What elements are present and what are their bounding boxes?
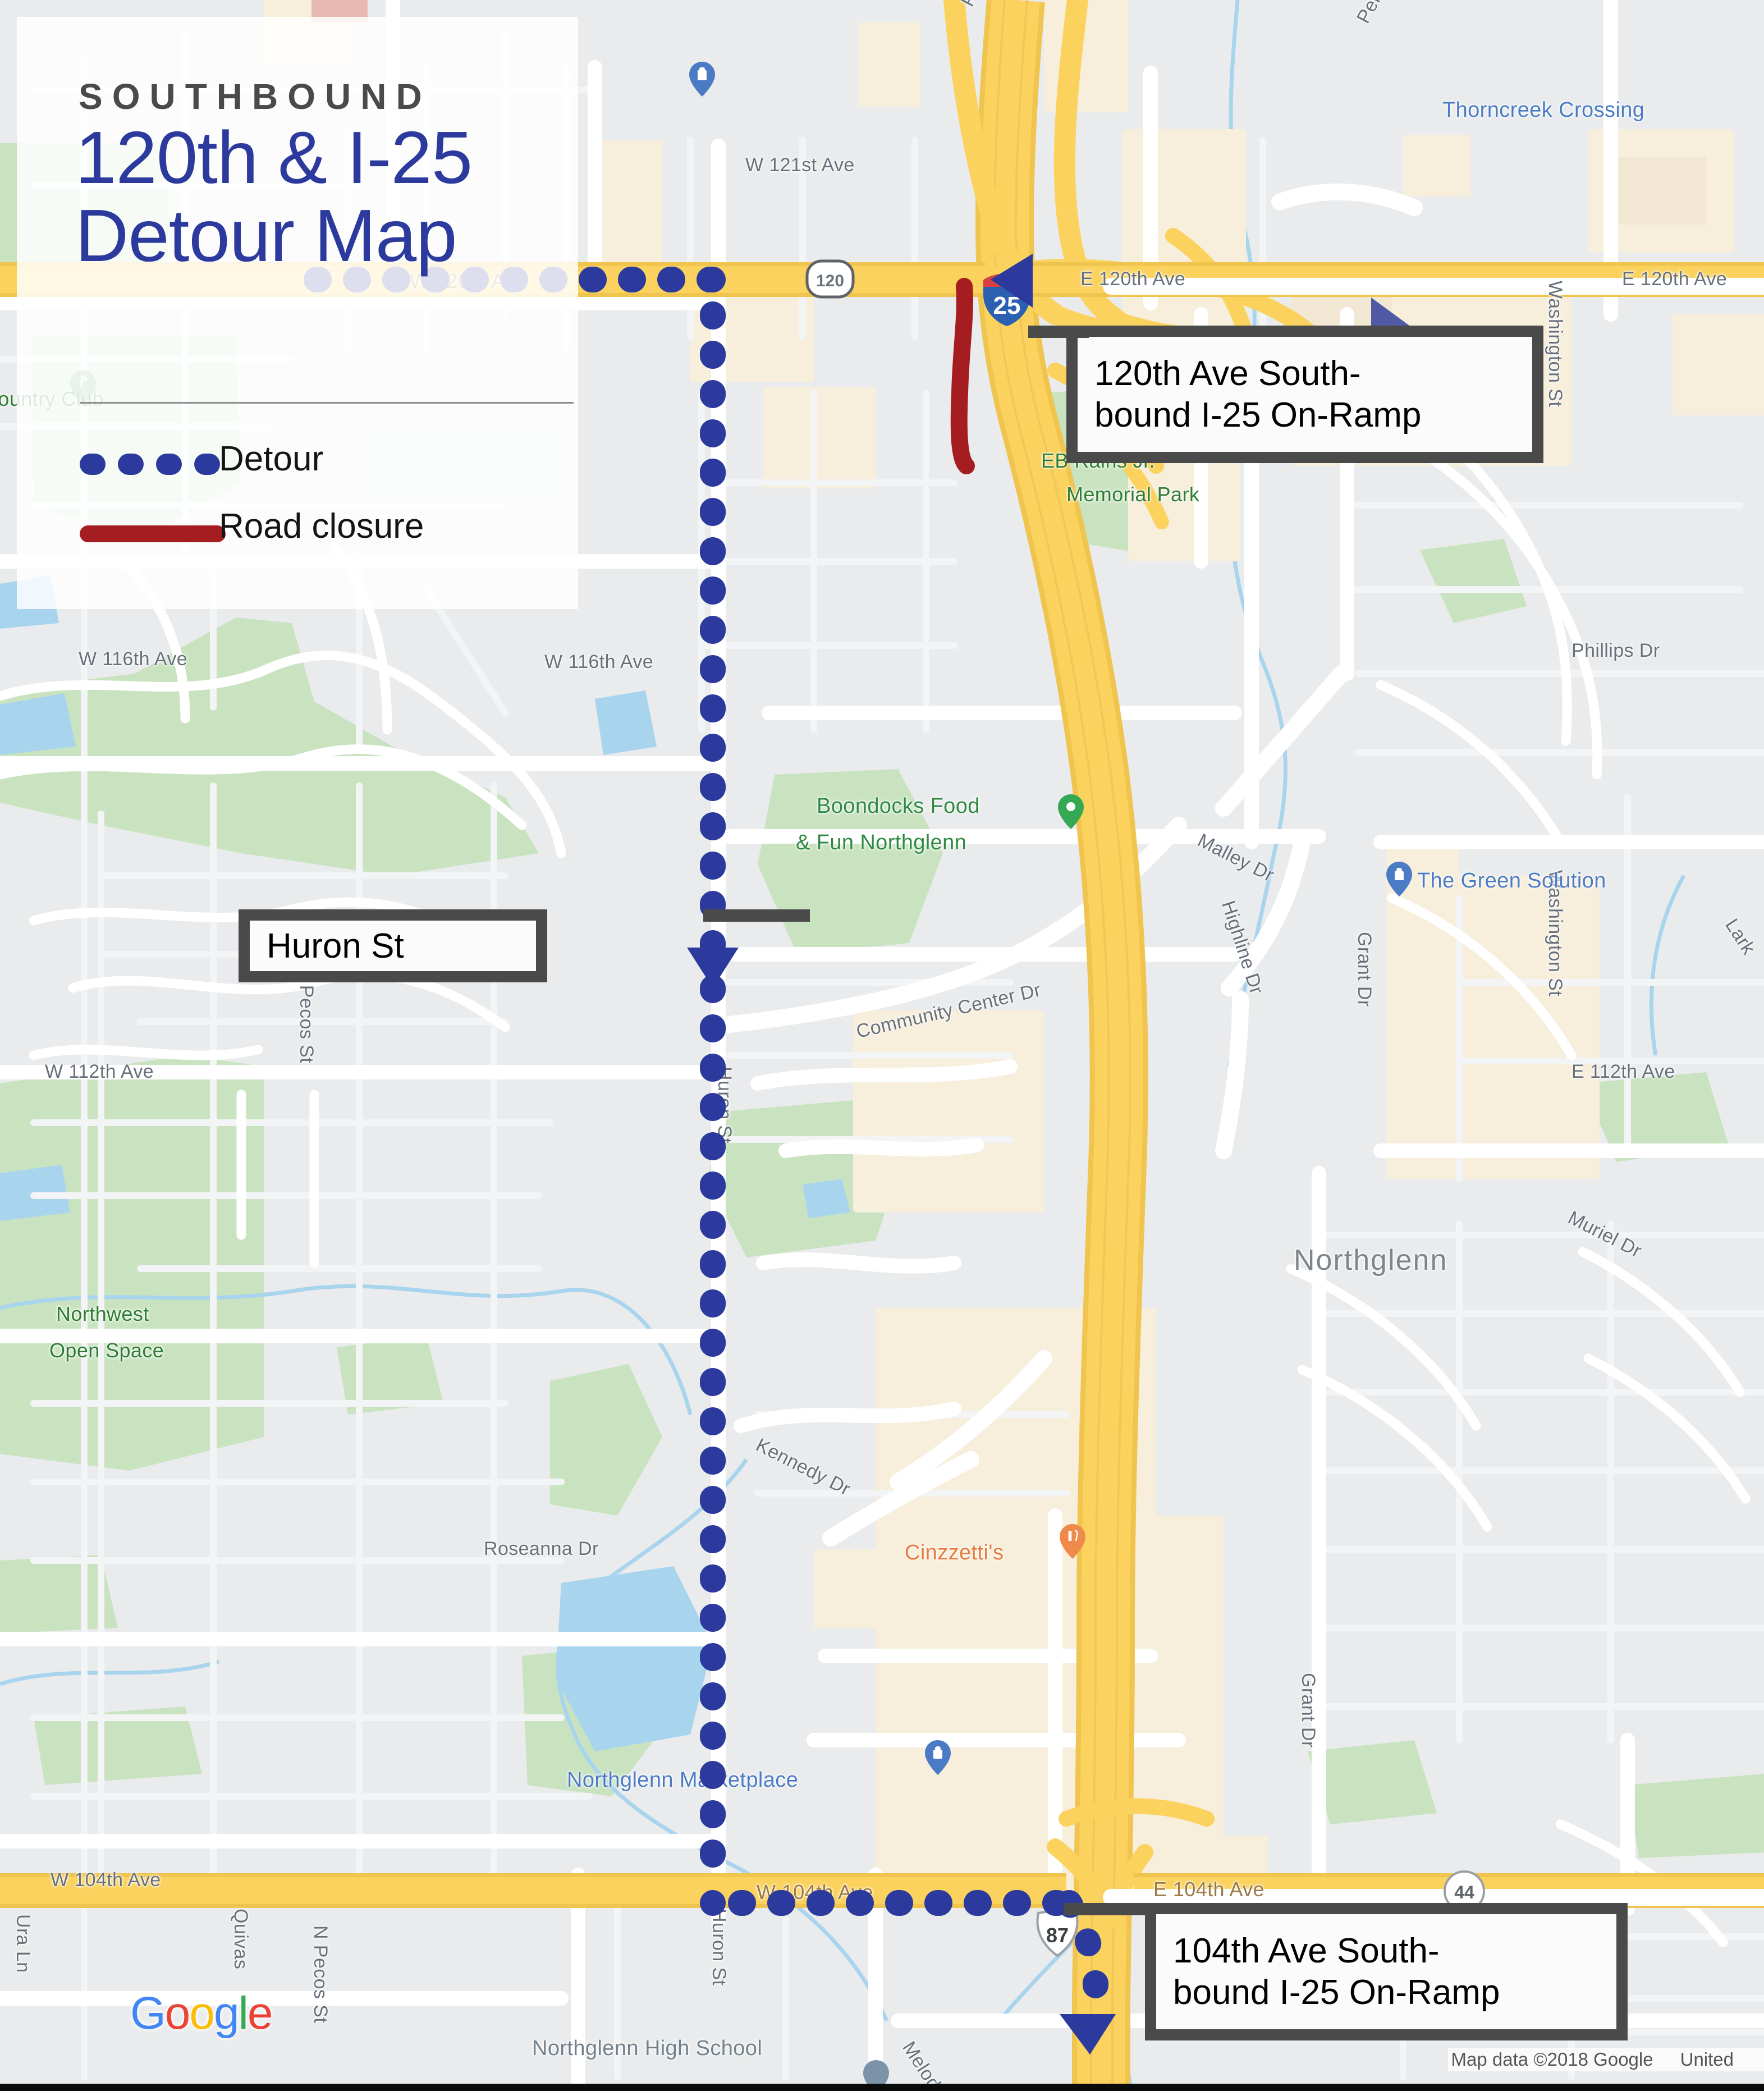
panel-title-line1: 120th & I-25 — [75, 116, 473, 199]
callout-120th-text: 120th Ave South- bound I-25 On-Ramp — [1078, 353, 1532, 435]
legend-swatch-detour — [80, 454, 220, 475]
callout-104th-line1: 104th Ave South- — [1173, 1932, 1440, 1971]
panel-kicker: SOUTHBOUND — [79, 76, 432, 117]
google-logo-o1: o — [164, 1988, 191, 2039]
callout-104th-onramp: 104th Ave South- bound I-25 On-Ramp — [1145, 1903, 1628, 2040]
bottom-black-bar — [0, 2084, 1764, 2091]
panel-title: 120th & I-25 Detour Map — [75, 116, 569, 277]
google-logo-l: l — [238, 1988, 249, 2039]
callout-huron-st: Huron St — [239, 909, 547, 982]
attribution-country: United — [1680, 2049, 1734, 2070]
detour-map-screenshot: .rdW{stroke:#ffffff;fill:none;stroke-lin… — [0, 0, 1764, 2091]
google-logo-o2: o — [189, 1988, 215, 2039]
google-logo-e: e — [247, 1988, 273, 2039]
google-logo: Google — [130, 1987, 273, 2040]
legend-label-road-closure: Road closure — [219, 507, 424, 546]
legend-swatch-road-closure — [80, 525, 226, 542]
callout-120th-line1: 120th Ave South- — [1094, 354, 1361, 394]
callout-120th-onramp: 120th Ave South- bound I-25 On-Ramp — [1066, 326, 1543, 463]
legend-label-detour: Detour — [219, 440, 324, 478]
panel-divider — [80, 402, 574, 404]
map-attribution: Map data ©2018 Google United — [1447, 2048, 1764, 2071]
google-logo-g1: G — [130, 1988, 166, 2039]
callout-104th-text: 104th Ave South- bound I-25 On-Ramp — [1156, 1930, 1616, 2012]
callout-120th-line2: bound I-25 On-Ramp — [1094, 395, 1422, 434]
attribution-map-data: Map data ©2018 Google — [1451, 2049, 1653, 2070]
callout-huron-line1: Huron St — [267, 926, 404, 966]
callout-104th-line2: bound I-25 On-Ramp — [1173, 1973, 1500, 2012]
google-logo-g2: g — [214, 1988, 240, 2039]
title-legend-panel: SOUTHBOUND 120th & I-25 Detour Map Detou… — [17, 17, 578, 609]
panel-title-line2: Detour Map — [75, 194, 457, 277]
